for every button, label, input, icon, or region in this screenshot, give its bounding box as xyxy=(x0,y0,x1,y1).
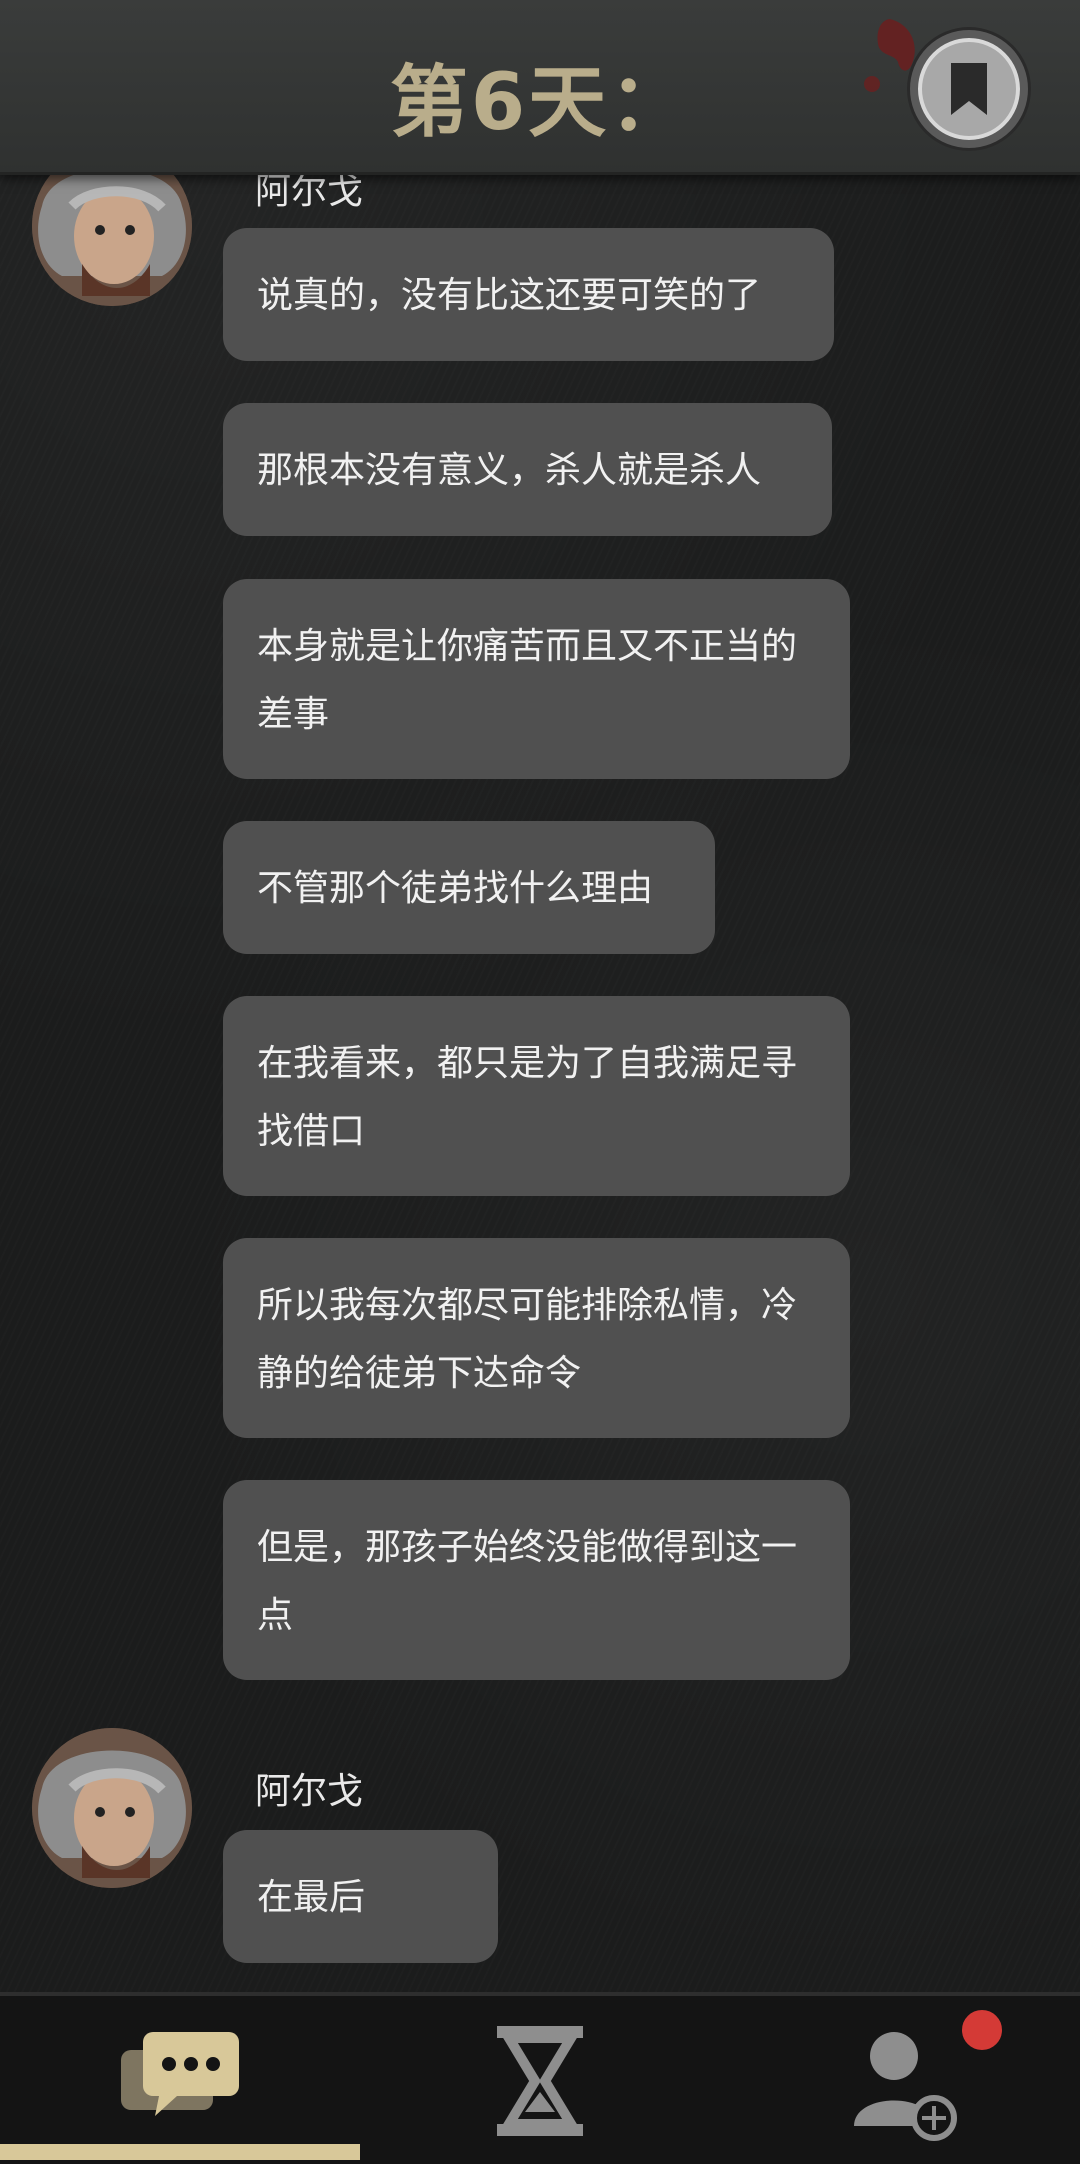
message-bubble: 本身就是让你痛苦而且又不正当的差事 xyxy=(223,579,850,779)
bookmark-button[interactable] xyxy=(910,30,1028,148)
active-tab-indicator xyxy=(0,2144,360,2160)
message-bubble: 在最后 xyxy=(223,1830,498,1963)
add-contact-icon xyxy=(854,2032,957,2141)
chat-icon xyxy=(121,2032,239,2116)
message-bubble: 那根本没有意义，杀人就是杀人 xyxy=(223,403,832,536)
nav-contacts-button[interactable] xyxy=(840,2016,970,2146)
message-bubble: 不管那个徒弟找什么理由 xyxy=(223,821,715,954)
bottom-nav xyxy=(0,1992,1080,2164)
notification-badge xyxy=(958,2006,1006,2054)
bookmark-icon xyxy=(951,63,987,115)
sender-name: 阿尔戈 xyxy=(255,1771,364,1812)
nav-chat-button[interactable] xyxy=(115,2016,245,2146)
message-bubble: 但是，那孩子始终没能做得到这一点 xyxy=(223,1480,850,1680)
message-bubble: 在我看来，都只是为了自我满足寻找借口 xyxy=(223,996,850,1196)
sender-name: 阿尔戈 xyxy=(255,172,364,212)
message-bubble: 所以我每次都尽可能排除私情，冷静的给徒弟下达命令 xyxy=(223,1238,850,1438)
message-bubble: 说真的，没有比这还要可笑的了 xyxy=(223,228,834,361)
chat-area[interactable]: 阿尔戈 说真的，没有比这还要可笑的了 那根本没有意义，杀人就是杀人 本身就是让你… xyxy=(0,172,1080,1992)
avatar[interactable] xyxy=(32,1728,192,1888)
avatar[interactable] xyxy=(32,172,192,306)
top-bar: 第6天： xyxy=(0,0,1080,175)
hourglass-icon xyxy=(497,2026,583,2136)
nav-hourglass-button[interactable] xyxy=(475,2016,605,2146)
